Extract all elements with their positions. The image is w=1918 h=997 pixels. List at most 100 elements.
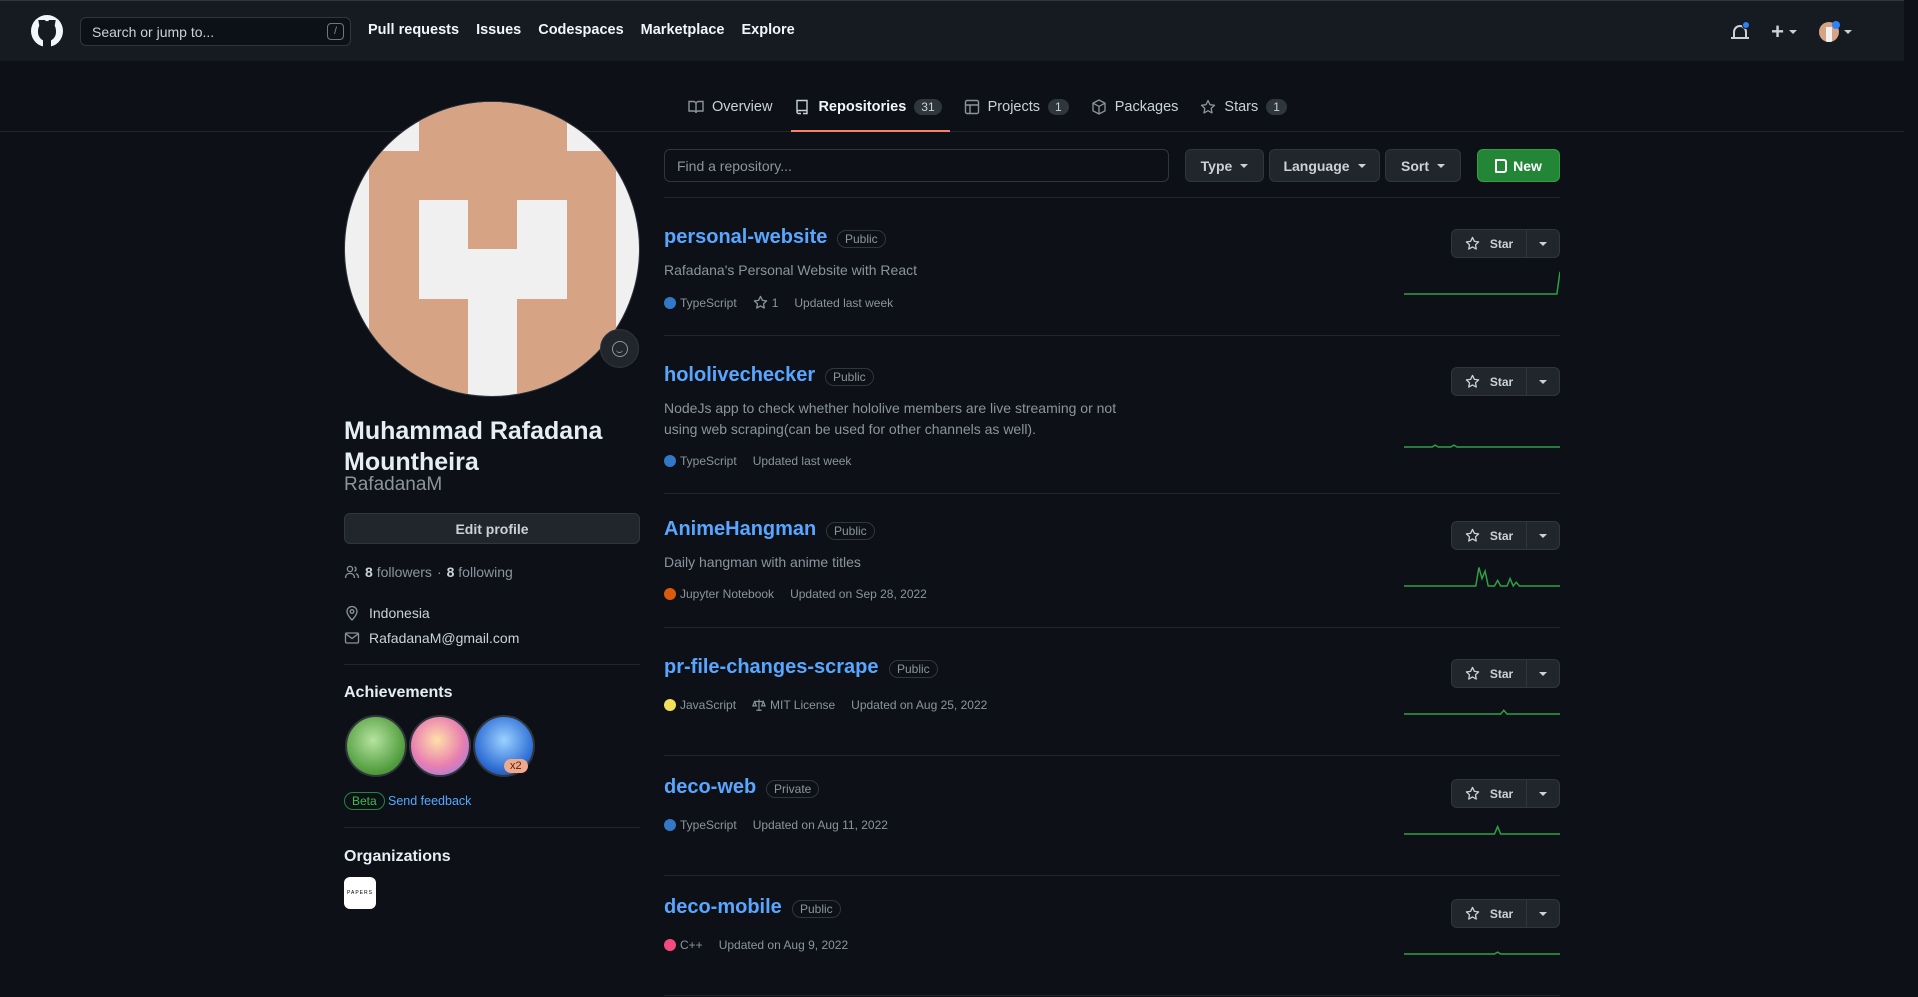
tab-packages[interactable]: Packages	[1091, 96, 1187, 132]
following-count: 8	[446, 564, 455, 580]
nav-pull-requests[interactable]: Pull requests	[368, 22, 459, 38]
caret-down-icon	[1437, 163, 1445, 168]
location-text: Indonesia	[369, 605, 430, 621]
send-feedback-link[interactable]: Send feedback	[388, 794, 471, 808]
star-list-dropdown[interactable]	[1527, 522, 1559, 549]
new-repository-button[interactable]: New	[1477, 149, 1560, 182]
nav-explore[interactable]: Explore	[741, 22, 794, 38]
repo-meta: TypeScript 1 Updated last week	[664, 295, 893, 310]
following-label: following	[458, 564, 513, 580]
star-list-dropdown[interactable]	[1527, 230, 1559, 257]
achievements-title: Achievements	[344, 684, 453, 701]
star-label: Star	[1489, 528, 1514, 543]
repo-name-link[interactable]: hololivechecker	[664, 364, 815, 387]
stars-count-badge: 1	[1266, 99, 1287, 115]
stargazers-link[interactable]: 1	[753, 295, 778, 310]
sort-filter-button[interactable]: Sort	[1385, 149, 1461, 182]
repo-language: TypeScript	[664, 296, 737, 310]
tab-label: Repositories	[818, 99, 907, 115]
repo-language: TypeScript	[664, 454, 737, 468]
activity-line	[1404, 709, 1560, 715]
achievement-yolo-icon[interactable]	[409, 715, 471, 777]
profile-fullname: Muhammad Rafadana Mountheira	[344, 417, 603, 476]
followers-link[interactable]: 8 followers	[365, 564, 432, 580]
star-label: Star	[1489, 236, 1514, 251]
updated-time: Updated on Aug 9, 2022	[718, 938, 849, 952]
divider	[344, 664, 640, 665]
star-button[interactable]: Star	[1452, 230, 1527, 257]
star-list-dropdown[interactable]	[1527, 368, 1559, 395]
github-logo-icon[interactable]	[31, 15, 63, 47]
search-shortcut-key: /	[327, 23, 344, 40]
repo-row: deco-mobile Public C++ Updated on Aug 9, 20…	[664, 896, 1560, 996]
nav-marketplace[interactable]: Marketplace	[641, 22, 725, 38]
language-label: Language	[1283, 157, 1350, 174]
profile-tabs: Overview Repositories 31 Projects 1 Pack…	[688, 96, 1309, 132]
star-icon	[753, 295, 767, 309]
projects-count-badge: 1	[1048, 99, 1069, 115]
star-list-dropdown[interactable]	[1527, 900, 1559, 927]
activity-line	[1404, 951, 1560, 955]
repo-row: pr-file-changes-scrape Public JavaScript MI…	[664, 656, 1560, 756]
caret-down-icon	[1539, 379, 1547, 384]
repo-description: NodeJs app to check whether hololive mem…	[664, 400, 1117, 437]
caret-down-icon	[1357, 163, 1366, 168]
star-list-dropdown[interactable]	[1527, 660, 1559, 687]
star-button-group: Star	[1451, 659, 1560, 688]
find-placeholder: Find a repository...	[677, 157, 792, 174]
star-button[interactable]: Star	[1452, 780, 1527, 807]
caret-down-icon	[1539, 791, 1547, 796]
notifications-bell-icon[interactable]	[1731, 21, 1751, 42]
repo-meta: TypeScript Updated on Aug 11, 2022	[664, 818, 888, 832]
star-list-dropdown[interactable]	[1527, 780, 1559, 807]
language-name: TypeScript	[680, 295, 737, 310]
nav-codespaces[interactable]: Codespaces	[538, 22, 623, 38]
repo-name-link[interactable]: pr-file-changes-scrape	[664, 656, 879, 679]
find-repository-input[interactable]: Find a repository...	[664, 149, 1169, 182]
user-menu[interactable]	[1819, 21, 1852, 42]
updated-time: Updated on Aug 11, 2022	[752, 818, 888, 832]
repo-row: personal-website Public Rafadana's Persona…	[664, 226, 1560, 336]
language-filter-button[interactable]: Language	[1269, 149, 1380, 182]
tab-repositories[interactable]: Repositories 31	[791, 96, 950, 132]
repo-name-link[interactable]: deco-web	[664, 776, 756, 799]
separator-dot: ·	[436, 564, 442, 580]
type-filter-button[interactable]: Type	[1185, 149, 1264, 182]
star-button[interactable]: Star	[1452, 660, 1527, 687]
organization-avatar[interactable]: PAPERS	[344, 877, 376, 909]
following-link[interactable]: 8 following	[447, 564, 513, 580]
star-icon	[1465, 374, 1480, 388]
star-icon	[1465, 528, 1480, 542]
updated-time: Updated on Aug 25, 2022	[851, 698, 988, 712]
tab-label: Stars	[1224, 99, 1259, 115]
set-status-button[interactable]	[600, 329, 639, 368]
email-link[interactable]: RafadanaM@gmail.com	[369, 630, 519, 646]
profile-avatar[interactable]	[344, 101, 640, 397]
tab-stars[interactable]: Stars 1	[1200, 96, 1295, 132]
visibility-badge: Public	[837, 230, 886, 248]
create-new-dropdown[interactable]: +	[1771, 19, 1797, 45]
header-actions: +	[1731, 19, 1852, 45]
edit-profile-button[interactable]: Edit profile	[344, 513, 640, 544]
tab-projects[interactable]: Projects 1	[964, 96, 1077, 132]
tab-overview[interactable]: Overview	[688, 96, 780, 132]
repo-description: Daily hangman with anime titles	[664, 554, 861, 570]
language-color-dot	[664, 455, 676, 467]
star-button[interactable]: Star	[1452, 522, 1527, 549]
activity-line	[1404, 824, 1560, 835]
search-placeholder: Search or jump to...	[92, 23, 215, 40]
achievement-pair-extraordinaire-icon[interactable]	[345, 715, 407, 777]
activity-sparkline	[1404, 951, 1560, 955]
caret-down-icon	[1240, 163, 1249, 168]
star-button[interactable]: Star	[1452, 368, 1527, 395]
caret-down-icon	[1539, 241, 1547, 246]
repo-name-link[interactable]: AnimeHangman	[664, 518, 816, 541]
nav-issues[interactable]: Issues	[476, 22, 521, 38]
tab-label: Packages	[1114, 99, 1179, 115]
search-input[interactable]: Search or jump to... /	[80, 17, 351, 46]
language-name: JavaScript	[680, 698, 737, 712]
repo-name-link[interactable]: personal-website	[664, 226, 827, 249]
language-name: TypeScript	[680, 818, 737, 832]
repo-name-link[interactable]: deco-mobile	[664, 896, 782, 919]
star-button[interactable]: Star	[1452, 900, 1527, 927]
